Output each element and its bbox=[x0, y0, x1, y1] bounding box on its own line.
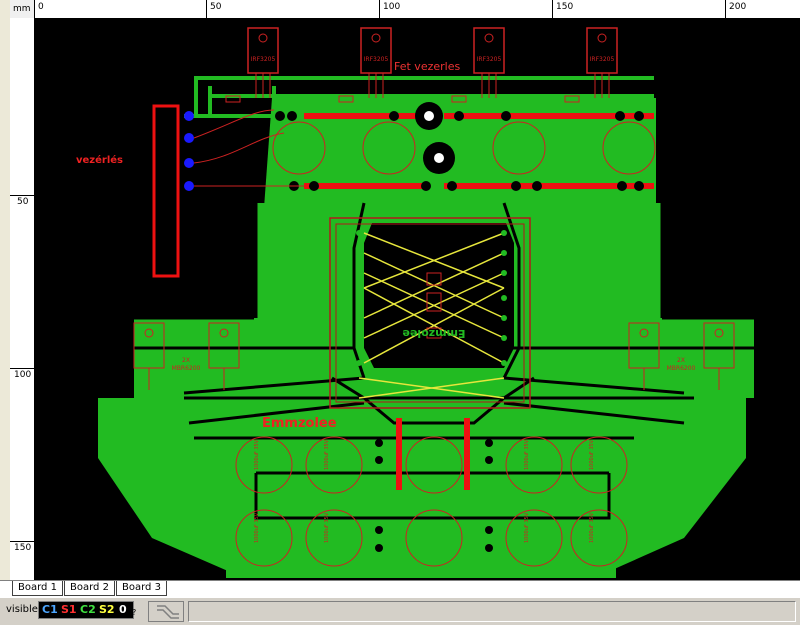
capacitor-label: 1000uF 35V bbox=[324, 512, 330, 543]
ruler-label: 100 bbox=[383, 2, 401, 12]
tab-board-3[interactable]: Board 3 bbox=[116, 581, 167, 596]
control-connector-pins[interactable] bbox=[184, 111, 194, 191]
layer-toggle-s2[interactable]: S2 bbox=[99, 603, 115, 617]
pcb-canvas[interactable]: IRF3205 IRF3205 IRF3205 IRF3205 Fet veze… bbox=[34, 18, 800, 580]
status-message-pane bbox=[188, 601, 796, 622]
capacitor-label: 1000uF 35V bbox=[589, 439, 595, 470]
capacitor-label: 1000uF 35V bbox=[524, 512, 530, 543]
fet-label: IRF3205 bbox=[477, 56, 502, 63]
layer-toggle-s1[interactable]: S1 bbox=[61, 603, 77, 617]
diode-prefix: 2X bbox=[677, 357, 685, 364]
capacitor-label: 1000uF 35V bbox=[589, 512, 595, 543]
ruler-label: 150 bbox=[14, 543, 32, 553]
control-label: vezérlés bbox=[76, 154, 123, 166]
diode-label: MBR6200 bbox=[667, 365, 696, 372]
control-connector-outline bbox=[152, 104, 180, 278]
diode-prefix: 2X bbox=[182, 357, 190, 364]
mirrored-brand-label: Emmzolee bbox=[402, 327, 465, 340]
board-tab-bar: Board 1 Board 2 Board 3 bbox=[0, 580, 800, 597]
fet-transistor: IRF3205 bbox=[360, 27, 392, 98]
route-tool-icon bbox=[157, 605, 179, 619]
ruler-major-tick bbox=[552, 0, 553, 18]
layer-visibility-box: C1 S1 C2 S2 0 bbox=[38, 601, 134, 619]
pcb-editor-window: mm 0 50 100 150 200 50 100 150 IRF3205 I… bbox=[0, 0, 800, 623]
ruler-label: 200 bbox=[729, 2, 747, 12]
layer-toggle-c2[interactable]: C2 bbox=[80, 603, 96, 617]
tab-board-1[interactable]: Board 1 bbox=[12, 581, 63, 596]
brand-label: Emmzolee bbox=[262, 416, 337, 431]
ruler-label: 50 bbox=[17, 197, 29, 207]
fet-transistor: IRF3205 bbox=[473, 27, 505, 98]
layer-toggle-0[interactable]: 0 bbox=[119, 603, 127, 617]
layer-toggle-c1[interactable]: C1 bbox=[42, 603, 58, 617]
ruler-label: 50 bbox=[210, 2, 222, 12]
capacitor-label: 1000uF 35V bbox=[324, 439, 330, 470]
ruler-major-tick bbox=[379, 0, 380, 18]
tab-board-2[interactable]: Board 2 bbox=[64, 581, 115, 596]
capacitor-label: 1000uF 35V bbox=[254, 439, 260, 470]
route-tool-button[interactable] bbox=[148, 601, 184, 622]
ruler-label: 150 bbox=[556, 2, 574, 12]
ruler-major-tick bbox=[10, 195, 34, 196]
fet-label: IRF3205 bbox=[251, 56, 276, 63]
ruler-corner: mm bbox=[10, 0, 35, 19]
ruler-major-tick bbox=[10, 368, 34, 369]
visible-label: visible bbox=[6, 604, 38, 615]
ruler-label: 100 bbox=[14, 370, 32, 380]
fet-control-label: Fet vezerles bbox=[394, 60, 460, 73]
fet-transistor: IRF3205 bbox=[586, 27, 618, 98]
ruler-major-tick bbox=[206, 0, 207, 18]
ruler-unit-label: mm bbox=[13, 4, 31, 14]
top-ruler: 0 50 100 150 200 bbox=[34, 0, 800, 19]
ruler-major-tick bbox=[34, 0, 35, 18]
ruler-label: 0 bbox=[38, 2, 44, 12]
copper-plane-lower bbox=[98, 398, 746, 578]
capacitor-label: 1000uF 35V bbox=[524, 439, 530, 470]
fet-label: IRF3205 bbox=[364, 56, 389, 63]
fet-label: IRF3205 bbox=[590, 56, 615, 63]
ruler-major-tick bbox=[10, 541, 34, 542]
status-bar: visible C1 S1 C2 S2 0 ? bbox=[0, 597, 800, 623]
left-ruler: 50 100 150 bbox=[10, 18, 35, 580]
ruler-major-tick bbox=[725, 0, 726, 18]
diode-label: MBR6200 bbox=[172, 365, 201, 372]
pcb-layout-drawing: IRF3205 IRF3205 IRF3205 IRF3205 Fet veze… bbox=[76, 27, 754, 578]
capacitor-label: 1000uF 35V bbox=[254, 512, 260, 543]
help-icon[interactable]: ? bbox=[132, 608, 136, 617]
